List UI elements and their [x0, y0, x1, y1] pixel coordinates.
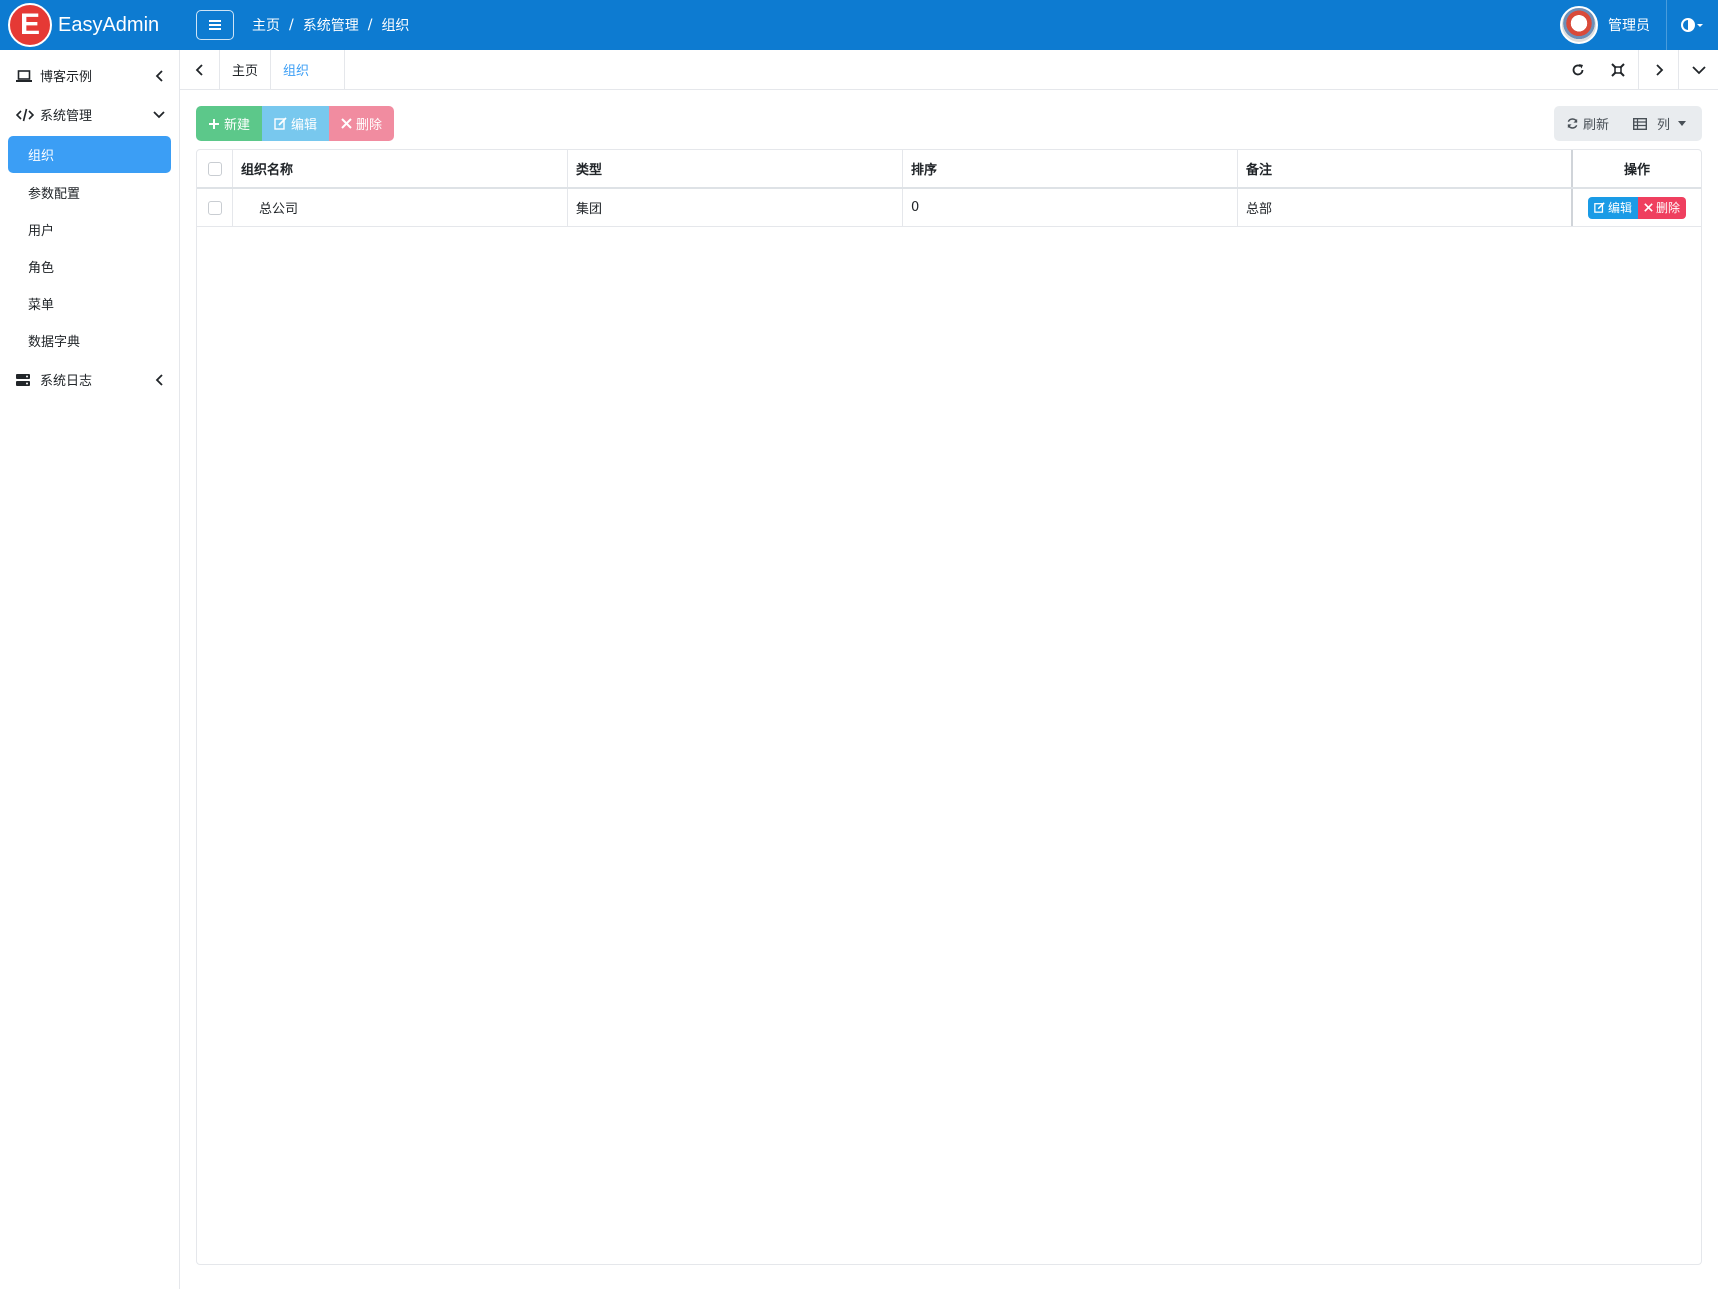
cell-name: 总公司: [233, 189, 568, 226]
column-header-type[interactable]: 类型: [568, 150, 903, 187]
cell-ops: 编辑 删除: [1573, 189, 1701, 226]
plus-icon: [209, 118, 219, 129]
sidebar-item-dictionary[interactable]: 数据字典: [8, 323, 171, 358]
row-select-cell: [197, 189, 233, 226]
sidebar-group-system[interactable]: 系统管理: [0, 95, 179, 134]
chevron-left-icon: [155, 69, 165, 82]
tab-scroll-left-button[interactable]: [180, 50, 220, 89]
chevron-down-icon: [153, 110, 165, 120]
cell-type: 集团: [568, 189, 903, 226]
table-row[interactable]: 总公司 集团 0 总部 编辑 删除: [197, 189, 1701, 227]
select-all-cell: [197, 150, 233, 187]
sync-icon: [1567, 118, 1578, 129]
laptop-icon: [16, 69, 36, 83]
tab-bar: 主页 组织: [180, 50, 1718, 90]
table-header: 组织名称 类型 排序 备注 操作: [197, 150, 1701, 189]
breadcrumb-system[interactable]: 系统管理: [303, 15, 359, 35]
row-checkbox[interactable]: [207, 200, 222, 215]
delete-button[interactable]: 删除: [329, 106, 395, 141]
tab-organization[interactable]: 组织: [271, 50, 346, 89]
breadcrumb-separator: /: [289, 17, 294, 33]
brand-name: EasyAdmin: [58, 13, 160, 36]
close-icon: [341, 118, 352, 129]
select-all-checkbox[interactable]: [207, 161, 222, 176]
chevron-left-icon: [155, 373, 165, 386]
row-delete-button[interactable]: 删除: [1638, 196, 1687, 219]
compress-icon: [1611, 62, 1625, 77]
sidebar-item-organization[interactable]: 组织: [8, 136, 171, 173]
sidebar-group-label: 博客示例: [40, 70, 93, 85]
sidebar-toggle-button[interactable]: [196, 10, 234, 40]
column-header-order[interactable]: 排序: [903, 150, 1238, 187]
table-columns-icon: [1632, 117, 1647, 130]
sidebar-item-roles[interactable]: 角色: [8, 249, 171, 284]
sidebar-item-parameters[interactable]: 参数配置: [8, 175, 171, 210]
chevron-down-icon: [1691, 65, 1706, 74]
tab-home[interactable]: 主页: [220, 50, 272, 89]
breadcrumb-home[interactable]: 主页: [252, 15, 280, 35]
breadcrumb: 主页 / 系统管理 / 组织: [252, 15, 409, 35]
hamburger-icon: [209, 20, 221, 30]
column-header-name[interactable]: 组织名称: [233, 150, 568, 187]
breadcrumb-current: 组织: [381, 18, 410, 34]
organization-table: 组织名称 类型 排序 备注 操作 总公司 集团 0 总部 编辑 删除: [196, 149, 1702, 1265]
fullscreen-button[interactable]: [1598, 50, 1638, 89]
code-icon: [16, 108, 36, 122]
table-toolbar: 新建 编辑 删除: [196, 106, 395, 141]
sidebar-group-blog[interactable]: 博客示例: [0, 56, 179, 95]
brand-logo: E: [8, 3, 52, 47]
columns-dropdown-button[interactable]: 列: [1621, 106, 1702, 141]
theme-toggle-button[interactable]: [1666, 0, 1718, 50]
user-name[interactable]: 管理员: [1608, 15, 1650, 35]
cell-note: 总部: [1238, 189, 1573, 226]
top-navbar: E EasyAdmin 主页 / 系统管理 / 组织 管理员: [0, 0, 1718, 50]
sidebar-group-logs[interactable]: 系统日志: [0, 360, 179, 399]
refresh-button[interactable]: 刷新: [1554, 106, 1621, 141]
chevron-left-icon: [195, 63, 203, 76]
column-header-note[interactable]: 备注: [1238, 150, 1573, 187]
tab-scroll-right-button[interactable]: [1638, 50, 1678, 89]
contrast-icon: [1680, 18, 1703, 32]
refresh-icon: [1572, 63, 1584, 75]
new-button[interactable]: 新建: [196, 106, 263, 141]
sidebar-item-users[interactable]: 用户: [8, 212, 171, 247]
cell-order: 0: [903, 189, 1238, 226]
sidebar-item-menus[interactable]: 菜单: [8, 286, 171, 321]
reload-tab-button[interactable]: [1558, 50, 1598, 89]
sidebar: 博客示例 系统管理 组织 参数配置 用户 角色 菜单 数据字典 系统日志: [0, 50, 180, 1289]
sidebar-group-label: 系统管理: [40, 109, 93, 124]
table-tools: 刷新 列: [1553, 106, 1702, 141]
column-header-ops: 操作: [1623, 163, 1650, 178]
close-icon: [1644, 203, 1653, 212]
row-edit-button[interactable]: 编辑: [1587, 196, 1638, 219]
chevron-right-icon: [1655, 63, 1663, 76]
avatar[interactable]: [1560, 6, 1598, 44]
brand[interactable]: E EasyAdmin: [0, 0, 180, 50]
edit-icon: [1594, 202, 1605, 213]
edit-icon: [274, 117, 287, 130]
edit-button[interactable]: 编辑: [262, 106, 330, 141]
breadcrumb-separator: /: [367, 17, 373, 33]
caret-down-icon: [1678, 120, 1686, 126]
tab-menu-button[interactable]: [1678, 50, 1718, 89]
server-icon: [16, 373, 36, 386]
sidebar-group-label: 系统日志: [40, 374, 93, 389]
